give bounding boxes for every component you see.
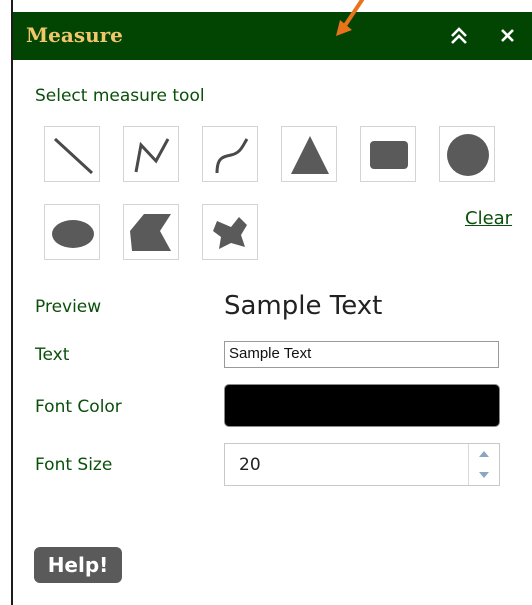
freehand-polygon-tool-button[interactable] [202,204,258,260]
collapse-icon[interactable] [447,24,471,48]
freehand-line-tool-button[interactable] [202,126,258,182]
triangle-icon [291,136,329,174]
font-size-label: Font Size [35,455,113,475]
preview-label: Preview [35,297,102,317]
font-color-picker[interactable] [224,384,500,427]
preview-text: Sample Text [224,291,383,321]
line-tool-button[interactable] [44,126,100,182]
rectangle-icon [370,141,408,169]
close-icon[interactable] [496,24,520,48]
polyline-tool-button[interactable] [123,126,179,182]
font-size-value[interactable]: 20 [239,455,261,475]
text-label: Text [35,345,70,365]
triangle-tool-button[interactable] [281,126,337,182]
annotation-arrow-icon [336,0,364,36]
circle-tool-button[interactable] [439,126,495,182]
freehand-polygon-icon [213,217,247,249]
spin-up-icon[interactable] [469,444,499,464]
polyline-icon [134,138,170,173]
text-input[interactable]: Sample Text [224,341,499,368]
rectangle-tool-button[interactable] [360,126,416,182]
font-size-stepper[interactable]: 20 [224,443,500,486]
polygon-tool-button[interactable] [123,204,179,260]
spin-down-icon[interactable] [469,465,499,485]
help-button[interactable]: Help! [34,547,122,583]
select-tool-label: Select measure tool [35,86,205,106]
ellipse-tool-button[interactable] [44,204,100,260]
line-icon [53,137,94,175]
polygon-icon [130,214,171,251]
ellipse-icon [52,220,94,248]
clear-link[interactable]: Clear [465,208,512,229]
font-color-label: Font Color [35,397,122,417]
circle-icon [447,134,489,176]
font-size-spinner [468,444,499,485]
freehand-line-icon [215,138,249,174]
panel-title: Measure [26,23,123,47]
